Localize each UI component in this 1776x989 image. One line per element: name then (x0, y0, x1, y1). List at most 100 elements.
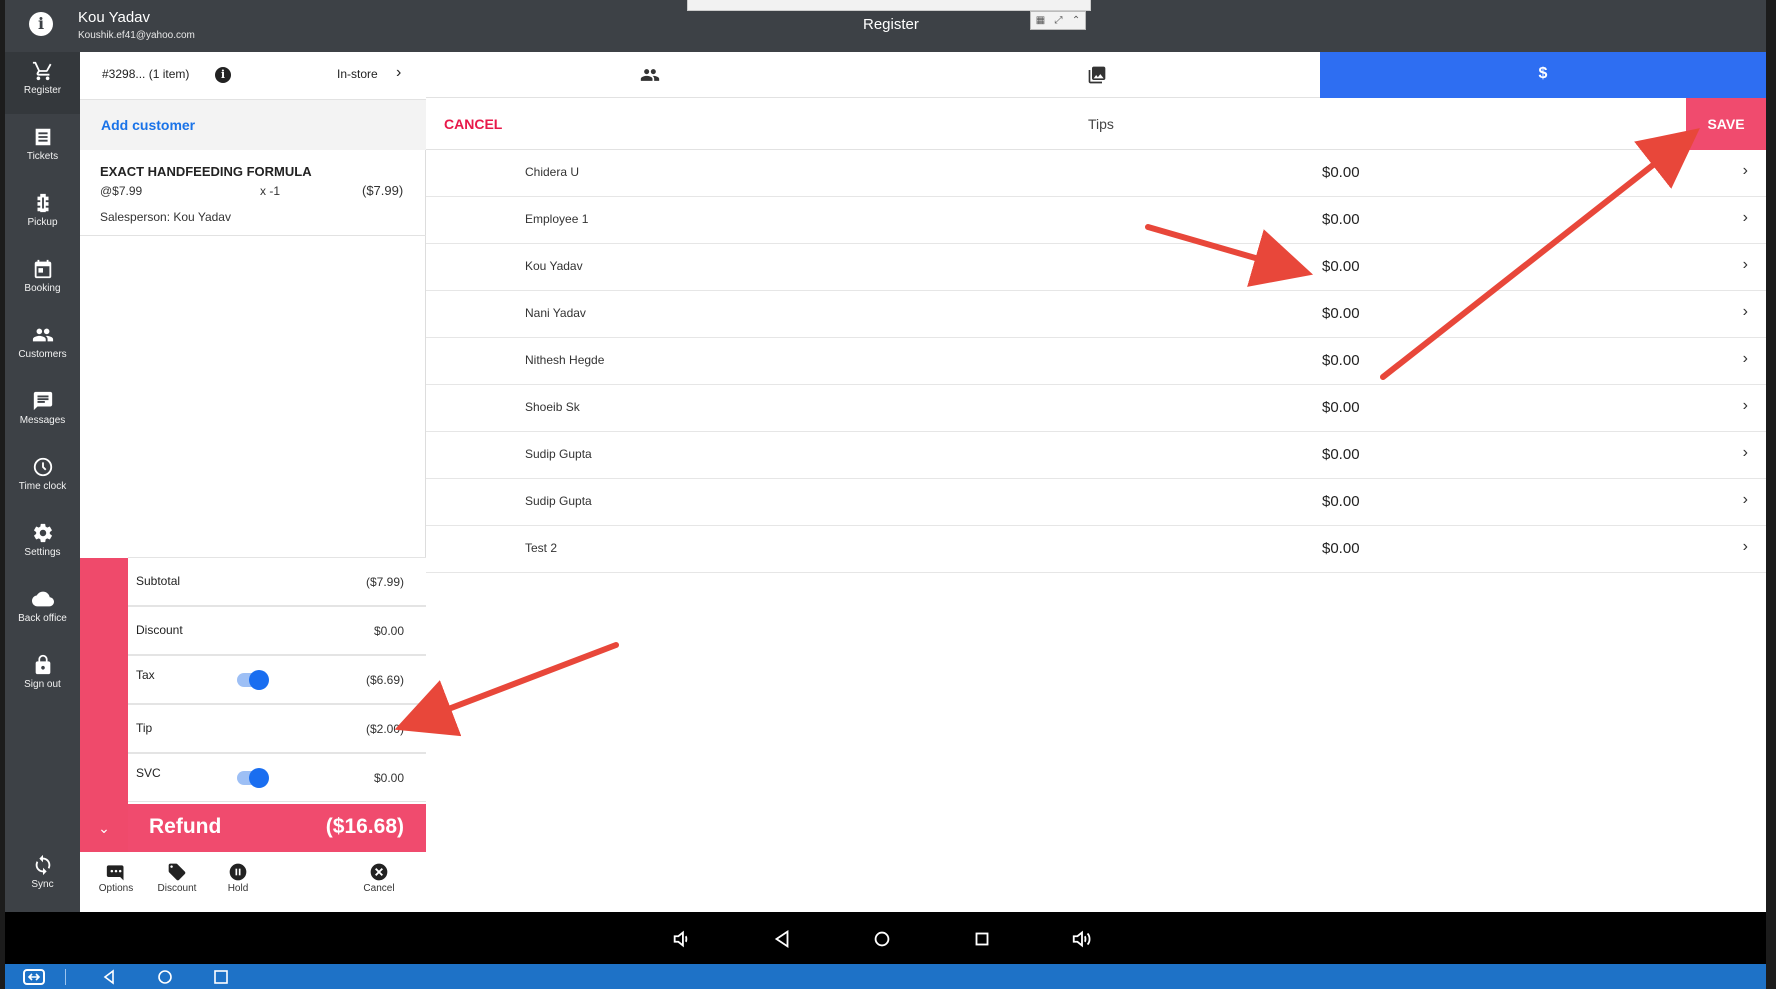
pickup-icon (37, 193, 48, 213)
ticket-header[interactable]: #3298... (1 item) i In-store › (80, 52, 426, 100)
discount-label: Discount (136, 623, 183, 637)
tax-label: Tax (136, 668, 155, 682)
employee-tip-row[interactable]: Employee 1 $0.00 › (426, 197, 1766, 244)
sidebar-item-time-clock[interactable]: Time clock (5, 448, 80, 510)
employee-tip-row[interactable]: Nithesh Hegde $0.00 › (426, 338, 1766, 385)
employee-tip-row[interactable]: Shoeib Sk $0.00 › (426, 385, 1766, 432)
calendar-icon (34, 259, 51, 279)
sidebar-item-label: Tickets (26, 151, 59, 162)
sidebar-item-pickup[interactable]: Pickup (5, 184, 80, 246)
line-item[interactable]: EXACT HANDFEEDING FORMULA @$7.99 x -1 ($… (80, 150, 426, 236)
sidebar-item-messages[interactable]: Messages (5, 382, 80, 444)
sidebar-item-customers[interactable]: Customers (5, 316, 80, 378)
grid-icon[interactable]: ▦ (1036, 15, 1045, 26)
discount-value: $0.00 (373, 624, 404, 638)
home-icon[interactable] (157, 969, 173, 985)
tip-row: Tip ($2.00) (128, 704, 426, 753)
order-mode[interactable]: In-store (337, 67, 378, 81)
remote-app-icon[interactable] (23, 969, 45, 985)
tax-value: ($6.69) (365, 673, 404, 687)
taskbar-divider (65, 969, 66, 985)
svc-value: $0.00 (373, 771, 404, 785)
home-icon[interactable] (871, 928, 893, 950)
gear-icon (33, 523, 52, 543)
totals-accent-bar (80, 558, 128, 804)
sidebar-item-label: Booking (24, 283, 61, 294)
chevron-right-icon[interactable]: › (396, 64, 401, 82)
tab-tips[interactable]: $ (1320, 52, 1766, 98)
hold-button[interactable]: Hold (210, 862, 266, 894)
screen: i Kou Yadav Koushik.ef41@yahoo.com Regis… (0, 0, 1776, 989)
discount-row: Discount $0.00 (128, 606, 426, 655)
employee-tip-row[interactable]: Sudip Gupta $0.00 › (426, 479, 1766, 526)
employee-tip-amount: $0.00 (1322, 493, 1360, 510)
sidebar-item-booking[interactable]: Booking (5, 250, 80, 312)
employee-tip-amount: $0.00 (1322, 399, 1360, 416)
tax-toggle[interactable] (237, 670, 269, 690)
save-button[interactable]: SAVE (1686, 98, 1766, 150)
host-taskbar (5, 964, 1766, 989)
sidebar-item-label: Time clock (18, 481, 67, 492)
employee-tip-row[interactable]: Sudip Gupta $0.00 › (426, 432, 1766, 479)
recents-icon[interactable] (971, 928, 993, 950)
employee-tip-amount: $0.00 (1322, 211, 1360, 228)
totals-panel: Subtotal ($7.99) Discount $0.00 Tax ($6.… (128, 557, 426, 804)
options-button[interactable]: Options (88, 862, 144, 894)
sidebar-item-label: Sync (31, 879, 54, 890)
back-icon[interactable] (101, 969, 117, 985)
recents-icon[interactable] (213, 969, 229, 985)
employee-tip-amount: $0.00 (1322, 305, 1360, 322)
employee-name: Test 2 (525, 541, 558, 555)
refund-button[interactable]: Refund ($16.68) (128, 804, 426, 852)
volume-down-icon[interactable] (671, 928, 693, 950)
people-icon (32, 328, 53, 342)
options-icon (106, 865, 124, 881)
cancel-ticket-button[interactable]: Cancel (351, 862, 407, 894)
remote-controls[interactable]: ▦ ⤢ ⌃ (1030, 11, 1086, 30)
info-icon[interactable]: i (29, 12, 53, 36)
chevron-right-icon: › (1742, 350, 1748, 367)
collapse-totals-button[interactable]: ⌄ (80, 804, 128, 852)
tab-gallery[interactable] (873, 52, 1320, 98)
item-total: ($7.99) (362, 183, 404, 198)
sidebar-item-register[interactable]: Register (5, 52, 80, 114)
employee-name: Nithesh Hegde (525, 353, 605, 367)
gallery-icon (1088, 66, 1105, 84)
sidebar-item-tickets[interactable]: Tickets (5, 118, 80, 180)
pause-icon (229, 863, 247, 881)
cancel-label: Cancel (363, 883, 395, 894)
discount-button[interactable]: Discount (149, 862, 205, 894)
employee-tip-row[interactable]: Test 2 $0.00 › (426, 526, 1766, 573)
item-name: EXACT HANDFEEDING FORMULA (100, 164, 312, 179)
employee-tip-row[interactable]: Nani Yadav $0.00 › (426, 291, 1766, 338)
sidebar-item-label: Pickup (27, 217, 58, 228)
user-name: Kou Yadav (78, 9, 151, 26)
people-icon (640, 69, 659, 81)
dollar-icon: $ (1538, 65, 1548, 82)
tag-icon (168, 863, 186, 881)
sidebar-item-settings[interactable]: Settings (5, 514, 80, 576)
cancel-button[interactable]: CANCEL (444, 116, 502, 132)
info-icon[interactable]: i (215, 67, 231, 83)
add-customer-button[interactable]: Add customer (80, 100, 426, 150)
volume-up-icon[interactable] (1071, 928, 1093, 950)
item-salesperson: Salesperson: Kou Yadav (100, 210, 231, 224)
chevron-up-icon[interactable]: ⌃ (1072, 15, 1080, 26)
sidebar-item-sign-out[interactable]: Sign out (5, 646, 80, 708)
ticket-panel: #3298... (1 item) i In-store › Add custo… (80, 52, 426, 912)
chevron-right-icon: › (1742, 444, 1748, 461)
back-icon[interactable] (771, 928, 793, 950)
sidebar-item-back-office[interactable]: Back office (5, 580, 80, 642)
sidebar-item-sync[interactable]: Sync (5, 846, 80, 908)
cart-icon (32, 61, 51, 81)
employee-tip-row[interactable]: Kou Yadav $0.00 › (426, 244, 1766, 291)
tab-employees[interactable] (426, 52, 873, 98)
remote-toolbar (687, 0, 1091, 11)
employee-tip-amount: $0.00 (1322, 540, 1360, 557)
svc-toggle[interactable] (237, 768, 269, 788)
add-customer-label: Add customer (101, 117, 196, 133)
employee-tip-row[interactable]: Chidera U $0.00 › (426, 150, 1766, 197)
hold-label: Hold (227, 883, 249, 894)
refund-label: Refund (149, 815, 222, 838)
fullscreen-icon[interactable]: ⤢ (1055, 15, 1063, 26)
